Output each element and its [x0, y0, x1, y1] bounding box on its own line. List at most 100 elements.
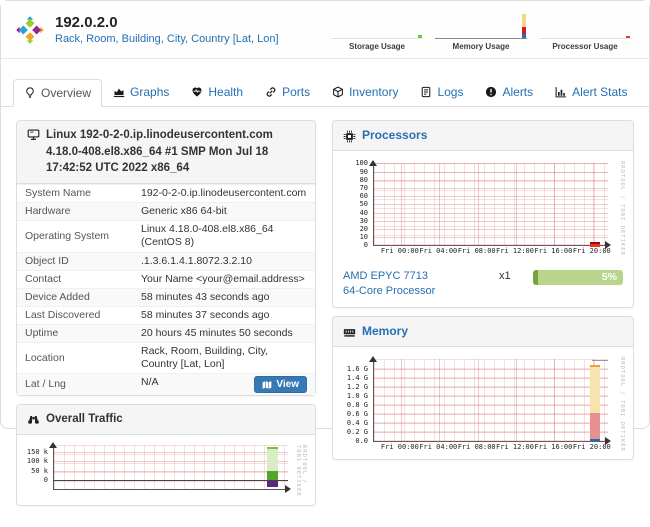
processors-header: Processors [333, 121, 633, 151]
rrdtool-watermark: RRDTOOL / TOBI OETIKER [619, 357, 625, 452]
tab-alert-stats[interactable]: Alert Stats [544, 78, 638, 106]
system-info-table: System Name 192-0-2-0.ip.linodeuserconten… [17, 184, 315, 395]
lightbulb-icon [24, 87, 36, 99]
microchip-icon [343, 130, 356, 143]
memory-usage-minigraph[interactable]: Memory Usage [433, 8, 529, 52]
header-mini-graphs: Storage Usage Memory Usage Processor Usa… [329, 8, 635, 52]
memory-ram-icon [343, 326, 356, 339]
row-label: System Name [17, 185, 133, 203]
tab-label: Graphs [130, 85, 169, 99]
row-label: Device Added [17, 288, 133, 306]
table-row: Lat / LngN/AView [17, 374, 315, 396]
row-value-text: Linux 4.18.0-408.el8.x86_64 (CentOS 8) [141, 223, 274, 248]
table-row: System Name 192-0-2-0.ip.linodeuserconten… [17, 185, 315, 203]
row-value-text: 192-0-2-0.ip.linodeusercontent.com [141, 187, 306, 199]
tab-latency[interactable]: Latency [639, 78, 650, 106]
minigraph-baseline [331, 38, 423, 39]
row-label: Hardware [17, 203, 133, 221]
row-value: Your Name <your@email.address> [133, 270, 315, 288]
row-label: Uptime [17, 325, 133, 343]
overall-traffic-panel: Overall Traffic 150 k100 k50 k0RRDTOOL /… [16, 404, 316, 506]
device-id-icon [27, 128, 40, 141]
table-row: Contact Your Name <your@email.address> [17, 270, 315, 288]
tab-overview[interactable]: Overview [13, 79, 102, 107]
minigraph-baseline [435, 38, 527, 39]
processors-graph[interactable]: 1009080706050403020100Fri 00:00Fri 04:00… [339, 155, 627, 259]
table-row: Object ID .1.3.6.1.4.1.8072.3.2.10 [17, 252, 315, 270]
row-value: Rack, Room, Building, City, Country [Lat… [133, 343, 315, 374]
tab-bar: Overview Graphs Health Ports Inventory Logs Al… [1, 59, 649, 107]
map-icon [262, 380, 272, 390]
alertstats-icon [555, 86, 567, 98]
row-value-text: Your Name <your@email.address> [141, 273, 305, 285]
row-value: Generic x86 64-bit [133, 203, 315, 221]
tab-health[interactable]: Health [180, 78, 254, 106]
memory-graph[interactable]: 1.6 G1.4 G1.2 G1.0 G0.8 G0.6 G0.4 G0.2 G… [339, 351, 627, 455]
tab-inventory[interactable]: Inventory [321, 78, 409, 106]
row-value: 20 hours 45 minutes 50 seconds [133, 325, 315, 343]
minigraph-label: Memory Usage [433, 42, 529, 51]
cpu-usage-percent: 5% [602, 271, 617, 283]
row-value: .1.3.6.1.4.1.8072.3.2.10 [133, 252, 315, 270]
tab-alerts[interactable]: Alerts [474, 78, 544, 106]
ports-icon [265, 86, 277, 98]
row-value: 58 minutes 37 seconds ago [133, 306, 315, 324]
row-value-text: Generic x86 64-bit [141, 205, 227, 217]
tab-graphs[interactable]: Graphs [102, 78, 180, 106]
row-value: N/A View [133, 374, 315, 396]
table-row: Uptime 20 hours 45 minutes 50 seconds [17, 325, 315, 343]
overall-traffic-graph[interactable]: 150 k100 k50 k0RRDTOOL / TOBI OETIKER [23, 439, 309, 501]
tab-ports[interactable]: Ports [254, 78, 321, 106]
row-value-text: 58 minutes 37 seconds ago [141, 309, 269, 321]
health-icon [191, 86, 203, 98]
table-row: Location Rack, Room, Building, City, Coun… [17, 343, 315, 374]
minigraph-spike [522, 14, 526, 38]
tab-label: Logs [437, 85, 463, 99]
graphs-icon [113, 86, 125, 98]
device-title: 192.0.2.0 [55, 14, 279, 33]
logs-icon [420, 86, 432, 98]
tab-label: Overview [41, 86, 91, 100]
inventory-icon [332, 86, 344, 98]
system-info-header: Linux 192-0-2-0.ip.linodeusercontent.com… [17, 121, 315, 184]
tab-label: Ports [282, 85, 310, 99]
cpu-name-link[interactable]: AMD EPYC 7713 64-Core Processor [343, 269, 491, 299]
row-value-text: Rack, Room, Building, City, Country [Lat… [141, 345, 268, 370]
row-value-text: .1.3.6.1.4.1.8072.3.2.10 [141, 255, 252, 267]
processors-panel: Processors 1009080706050403020100Fri 00:… [332, 120, 634, 308]
row-value-text: 58 minutes 43 seconds ago [141, 291, 269, 303]
table-row: Operating System Linux 4.18.0-408.el8.x86… [17, 221, 315, 252]
row-label: Contact [17, 270, 133, 288]
rrdtool-watermark: RRDTOOL / TOBI OETIKER [295, 445, 307, 501]
overall-traffic-header: Overall Traffic [17, 405, 315, 435]
tab-label: Health [208, 85, 243, 99]
row-label: Last Discovered [17, 306, 133, 324]
row-value-text: 20 hours 45 minutes 50 seconds [141, 327, 293, 339]
overview-content: Linux 192-0-2-0.ip.linodeusercontent.com… [1, 107, 649, 527]
tab-label: Inventory [349, 85, 398, 99]
device-location-link[interactable]: Rack, Room, Building, City, Country [Lat… [55, 33, 279, 45]
memory-title-link[interactable]: Memory [362, 323, 408, 340]
centos-logo-icon [15, 15, 45, 45]
processor-usage-minigraph[interactable]: Processor Usage [537, 8, 633, 52]
cpu-usage-fill [533, 270, 538, 285]
row-value: Linux 4.18.0-408.el8.x86_64 (CentOS 8) [133, 221, 315, 252]
row-label: Object ID [17, 252, 133, 270]
row-label: Location [17, 343, 133, 374]
cpu-model: AMD EPYC 7713 [343, 269, 491, 284]
processors-title-link[interactable]: Processors [362, 127, 427, 144]
storage-usage-minigraph[interactable]: Storage Usage [329, 8, 425, 52]
table-row: Last Discovered 58 minutes 37 seconds ago [17, 306, 315, 324]
tab-label: Alerts [502, 85, 533, 99]
overall-traffic-title: Overall Traffic [46, 411, 123, 428]
row-label: Operating System [17, 221, 133, 252]
minigraph-label: Storage Usage [329, 42, 425, 51]
system-info-panel: Linux 192-0-2-0.ip.linodeusercontent.com… [16, 120, 316, 396]
memory-panel: Memory 1.6 G1.4 G1.2 G1.0 G0.8 G0.6 G0.4… [332, 316, 634, 460]
view-map-button[interactable]: View [254, 376, 307, 393]
row-value-text: N/A [141, 376, 159, 388]
minigraph-spike [418, 35, 422, 38]
tab-logs[interactable]: Logs [409, 78, 474, 106]
binoculars-icon [27, 412, 40, 425]
cpu-count: x1 [499, 269, 525, 282]
